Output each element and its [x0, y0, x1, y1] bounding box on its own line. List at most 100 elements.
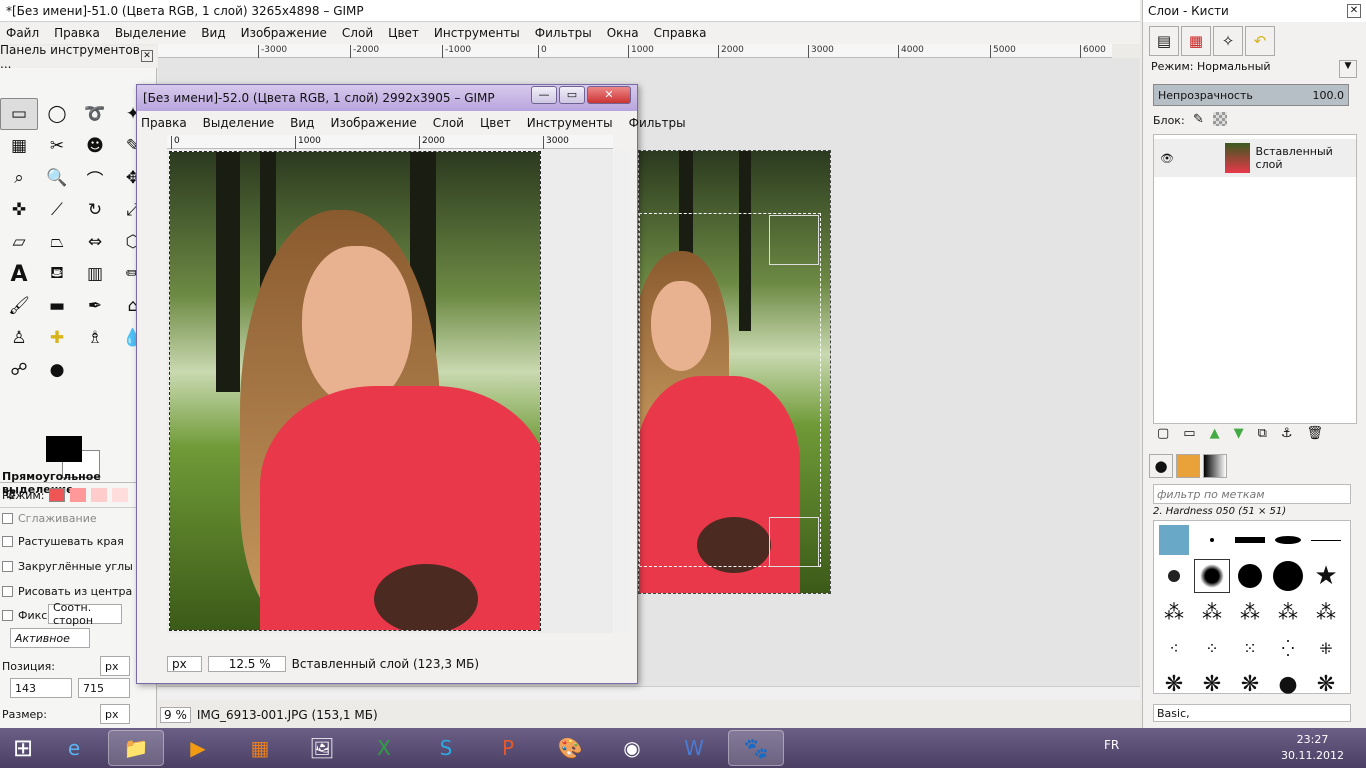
word-icon[interactable]: W: [666, 730, 722, 766]
rotate-tool[interactable]: ↻: [76, 194, 114, 226]
main-horizontal-scrollbar[interactable]: [158, 686, 1140, 700]
paint-icon[interactable]: 🎨: [542, 730, 598, 766]
menu-help[interactable]: Справка: [654, 26, 707, 40]
position-y-input[interactable]: 715: [78, 678, 130, 698]
opacity-slider[interactable]: Непрозрачность 100.0: [1153, 84, 1349, 106]
minimize-button[interactable]: —: [531, 86, 557, 104]
brushes-tab-icon[interactable]: ●: [1149, 454, 1173, 478]
brush-item[interactable]: ⁖: [1156, 631, 1192, 665]
scissors-tool[interactable]: ✂: [38, 130, 76, 162]
brush-filter-input[interactable]: фильтр по меткам: [1153, 484, 1351, 504]
layer-name[interactable]: Вставленный слой: [1256, 145, 1356, 171]
photo-icon[interactable]: 🖼: [294, 730, 350, 766]
image-layer[interactable]: [169, 151, 541, 631]
layer-row[interactable]: 👁 Вставленный слой: [1154, 139, 1356, 177]
position-x-input[interactable]: 143: [10, 678, 72, 698]
brush-item[interactable]: ❋: [1232, 667, 1268, 701]
brush-item[interactable]: ●: [1270, 667, 1306, 701]
paths-tab-icon[interactable]: ✧: [1213, 26, 1243, 56]
main-zoom[interactable]: 9 %: [160, 707, 191, 723]
skype-icon[interactable]: S: [418, 730, 474, 766]
menu-filters[interactable]: Фильтры: [629, 116, 686, 130]
image-window-canvas[interactable]: [167, 149, 613, 633]
menu-colors[interactable]: Цвет: [480, 116, 511, 130]
brush-item[interactable]: [1156, 559, 1192, 593]
menu-edit[interactable]: Правка: [54, 26, 100, 40]
duplicate-layer-icon[interactable]: ⧉: [1258, 426, 1267, 441]
ie-icon[interactable]: e: [46, 730, 102, 766]
brush-item[interactable]: [1194, 523, 1230, 557]
image-window-vertical-scrollbar[interactable]: [615, 149, 629, 633]
media-player-icon[interactable]: ▶: [170, 730, 226, 766]
dodge-burn-tool[interactable]: ☍: [0, 354, 38, 386]
clock[interactable]: 23:27 30.11.2012: [1281, 732, 1344, 764]
ellipse-select-tool[interactable]: ◯: [38, 98, 76, 130]
perspective-clone-tool[interactable]: ♗: [76, 322, 114, 354]
heal-tool[interactable]: ✚: [38, 322, 76, 354]
color-picker-tool[interactable]: ⌕: [0, 162, 38, 194]
align-tool[interactable]: ✜: [0, 194, 38, 226]
menu-select[interactable]: Выделение: [203, 116, 274, 130]
brush-item[interactable]: ⁘: [1194, 631, 1230, 665]
mode-add-icon[interactable]: [70, 488, 87, 502]
raise-layer-icon[interactable]: ▲: [1210, 426, 1220, 441]
undo-tab-icon[interactable]: ↶: [1245, 26, 1275, 56]
eraser-tool[interactable]: ▬: [38, 290, 76, 322]
close-icon[interactable]: ✕: [1347, 4, 1361, 18]
image-window-title[interactable]: [Без имени]-52.0 (Цвета RGB, 1 слой) 299…: [137, 85, 637, 111]
fixed-dropdown[interactable]: Соотн. сторон: [48, 601, 122, 627]
brush-set-dropdown[interactable]: Basic,: [1153, 704, 1351, 722]
brush-item[interactable]: ⁂: [1194, 595, 1230, 629]
menu-filters[interactable]: Фильтры: [535, 26, 592, 40]
menu-image[interactable]: Изображение: [330, 116, 416, 130]
lock-pixels-icon[interactable]: ✎: [1193, 112, 1204, 127]
flip-tool[interactable]: ⇔: [76, 226, 114, 258]
menu-layer[interactable]: Слой: [342, 26, 373, 40]
foreground-select-tool[interactable]: ☻: [76, 130, 114, 162]
image-window-ruler[interactable]: 0 1000 2000 3000: [167, 135, 613, 149]
brush-item[interactable]: [1232, 523, 1268, 557]
brush-item[interactable]: ★: [1308, 559, 1344, 593]
menu-view[interactable]: Вид: [290, 116, 314, 130]
mode-replace-icon[interactable]: [49, 488, 66, 502]
gimp-icon[interactable]: 🐾: [728, 730, 784, 766]
position-unit-dropdown[interactable]: px: [100, 656, 130, 676]
eye-icon[interactable]: 👁: [1160, 152, 1225, 165]
from-center-option[interactable]: Рисовать из центра: [2, 585, 132, 598]
fixed-option[interactable]: Фикс.:: [2, 609, 55, 622]
new-group-icon[interactable]: ▭: [1183, 426, 1195, 441]
crop-tool[interactable]: ⟋: [38, 194, 76, 226]
menu-colors[interactable]: Цвет: [388, 26, 419, 40]
mode-subtract-icon[interactable]: [91, 488, 108, 502]
brush-item[interactable]: [1156, 523, 1192, 557]
brush-item[interactable]: [1308, 523, 1344, 557]
shear-tool[interactable]: ▱: [0, 226, 38, 258]
office-icon[interactable]: ▦: [232, 730, 288, 766]
layer-mode-row[interactable]: Режим: Нормальный ▼: [1151, 60, 1357, 80]
brush-item[interactable]: ⁂: [1270, 595, 1306, 629]
explorer-icon[interactable]: 📁: [108, 730, 164, 766]
menu-image[interactable]: Изображение: [241, 26, 327, 40]
brush-item[interactable]: ⁜: [1308, 631, 1344, 665]
excel-icon[interactable]: X: [356, 730, 412, 766]
start-button[interactable]: ⊞: [0, 728, 46, 768]
airbrush-tool[interactable]: ✒: [76, 290, 114, 322]
patterns-tab-icon[interactable]: [1176, 454, 1200, 478]
lower-layer-icon[interactable]: ▼: [1234, 426, 1244, 441]
active-field[interactable]: Активное: [10, 628, 90, 648]
menu-tools[interactable]: Инструменты: [527, 116, 613, 130]
brush-item[interactable]: ⁂: [1232, 595, 1268, 629]
zoom-tool[interactable]: 🔍: [38, 162, 76, 194]
brush-item[interactable]: [1232, 559, 1268, 593]
gradients-tab-icon[interactable]: [1203, 454, 1227, 478]
menu-tools[interactable]: Инструменты: [434, 26, 520, 40]
menu-select[interactable]: Выделение: [115, 26, 186, 40]
blur-tool[interactable]: ●: [38, 354, 76, 386]
main-image-layer[interactable]: [638, 150, 831, 594]
anchor-layer-icon[interactable]: ⚓: [1281, 426, 1293, 441]
blend-tool[interactable]: ▥: [76, 258, 114, 290]
rect-select-tool[interactable]: ▭: [0, 98, 38, 130]
lasso-tool[interactable]: ➰: [76, 98, 114, 130]
brush-item[interactable]: ❋: [1308, 667, 1344, 701]
paintbrush-tool[interactable]: 🖌: [0, 290, 38, 322]
